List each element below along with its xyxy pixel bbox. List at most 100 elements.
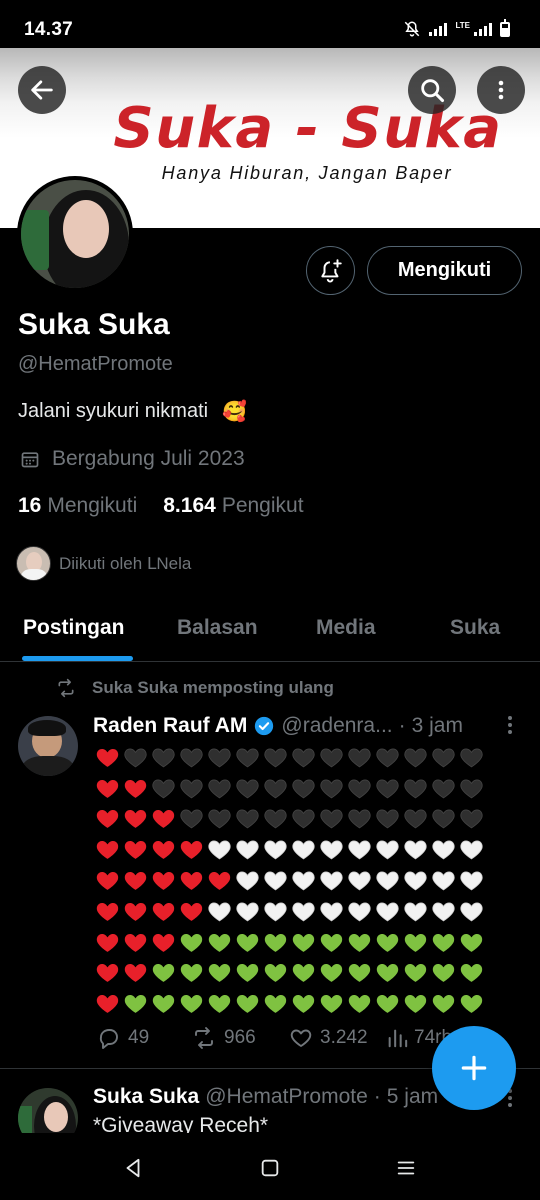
white-heart-icon xyxy=(373,896,401,927)
tweet-author-name[interactable]: Raden Rauf AM xyxy=(93,714,247,738)
red-heart-icon xyxy=(149,834,177,865)
green-heart-icon xyxy=(317,958,345,989)
signal-icon-2 xyxy=(474,22,492,36)
calendar-icon xyxy=(21,452,39,468)
heart-row xyxy=(93,742,485,773)
followed-by[interactable]: Diikuti oleh ᒪNela xyxy=(16,546,191,581)
followers-count: 8.164 xyxy=(163,494,216,517)
nav-recents-button[interactable] xyxy=(391,1153,421,1183)
white-heart-icon xyxy=(205,834,233,865)
red-heart-icon xyxy=(93,896,121,927)
green-heart-icon xyxy=(429,958,457,989)
tab-replies[interactable]: Balasan xyxy=(177,616,258,640)
heart-row xyxy=(93,896,485,927)
black-heart-icon xyxy=(457,804,485,835)
tab-likes[interactable]: Suka xyxy=(450,616,500,640)
white-heart-icon xyxy=(401,896,429,927)
profile-avatar[interactable] xyxy=(17,176,133,292)
green-heart-icon xyxy=(177,988,205,1019)
avatar-photo xyxy=(21,180,129,288)
reply-action[interactable]: 49 xyxy=(96,1026,149,1050)
green-heart-icon xyxy=(401,958,429,989)
tweet-author-handle-2: @HematPromote xyxy=(205,1085,368,1108)
nav-back-button[interactable] xyxy=(118,1153,148,1183)
red-heart-icon xyxy=(177,896,205,927)
heart-row xyxy=(93,927,485,958)
white-heart-icon xyxy=(205,896,233,927)
green-heart-icon xyxy=(289,988,317,1019)
red-heart-icon xyxy=(93,927,121,958)
more-vertical-icon xyxy=(498,80,504,100)
red-heart-icon xyxy=(177,834,205,865)
green-heart-icon xyxy=(177,958,205,989)
repost-icon xyxy=(195,1027,213,1049)
back-button[interactable] xyxy=(18,66,66,114)
green-heart-icon xyxy=(149,958,177,989)
tweet-author-name-2[interactable]: Suka Suka xyxy=(93,1085,199,1109)
green-heart-icon xyxy=(373,927,401,958)
more-vertical-icon xyxy=(508,716,512,734)
black-heart-icon xyxy=(401,773,429,804)
red-heart-icon xyxy=(121,896,149,927)
black-heart-icon xyxy=(233,742,261,773)
red-heart-icon xyxy=(93,958,121,989)
white-heart-icon xyxy=(457,834,485,865)
profile-tabs: Postingan Balasan Media Suka xyxy=(0,600,540,662)
white-heart-icon xyxy=(429,834,457,865)
green-heart-icon xyxy=(345,927,373,958)
tab-media[interactable]: Media xyxy=(316,616,376,640)
white-heart-icon xyxy=(317,865,345,896)
repost-action[interactable]: 966 xyxy=(190,1026,256,1050)
green-heart-icon xyxy=(401,927,429,958)
more-options-button[interactable] xyxy=(477,66,525,114)
green-heart-icon xyxy=(261,958,289,989)
like-action[interactable]: 3.242 xyxy=(288,1026,368,1050)
red-heart-icon xyxy=(93,865,121,896)
white-heart-icon xyxy=(345,865,373,896)
following-button[interactable]: Mengikuti xyxy=(367,246,522,295)
profile-bio: Jalani syukuri nikmati 🥰 xyxy=(18,399,247,424)
black-heart-icon xyxy=(429,742,457,773)
black-heart-icon xyxy=(373,742,401,773)
white-heart-icon xyxy=(289,896,317,927)
status-time: 14.37 xyxy=(24,19,74,40)
white-heart-icon xyxy=(317,896,345,927)
heart-row xyxy=(93,804,485,835)
active-tab-indicator xyxy=(22,656,133,661)
status-bar: 14.37 LTE xyxy=(0,0,540,48)
joined-date: Bergabung Juli 2023 xyxy=(20,447,245,471)
notification-bell-button[interactable] xyxy=(306,246,355,295)
following-stat[interactable]: 16 Mengikuti xyxy=(18,494,137,518)
black-heart-icon xyxy=(345,742,373,773)
arrow-left-icon xyxy=(31,80,53,100)
black-heart-icon xyxy=(401,742,429,773)
white-heart-icon xyxy=(261,865,289,896)
green-heart-icon xyxy=(121,988,149,1019)
search-button[interactable] xyxy=(408,66,456,114)
white-heart-icon xyxy=(345,834,373,865)
tweet-header-2: Suka Suka @HematPromote · 5 jam xyxy=(93,1085,438,1109)
black-heart-icon xyxy=(373,773,401,804)
heart-row xyxy=(93,958,485,989)
tweet-more-button[interactable] xyxy=(500,712,520,738)
compose-button[interactable] xyxy=(432,1026,516,1110)
green-heart-icon xyxy=(261,927,289,958)
red-heart-icon xyxy=(149,927,177,958)
reply-icon xyxy=(99,1029,118,1049)
nav-home-button[interactable] xyxy=(255,1153,285,1183)
white-heart-icon xyxy=(289,865,317,896)
green-heart-icon xyxy=(289,958,317,989)
following-count: 16 xyxy=(18,494,42,517)
green-heart-icon xyxy=(457,958,485,989)
tweet-author-handle: @radenra... xyxy=(281,714,393,737)
black-heart-icon xyxy=(317,742,345,773)
tab-posts[interactable]: Postingan xyxy=(23,616,125,640)
tweet-author-avatar[interactable] xyxy=(18,716,78,776)
followers-stat[interactable]: 8.164 Pengikut xyxy=(163,494,303,518)
red-heart-icon xyxy=(149,865,177,896)
mute-icon xyxy=(405,21,420,37)
white-heart-icon xyxy=(373,865,401,896)
tweet-header: Raden Rauf AM @radenra... · 3 jam xyxy=(93,714,463,738)
green-heart-icon xyxy=(149,988,177,1019)
profile-stats: 16 Mengikuti 8.164 Pengikut xyxy=(18,494,304,518)
